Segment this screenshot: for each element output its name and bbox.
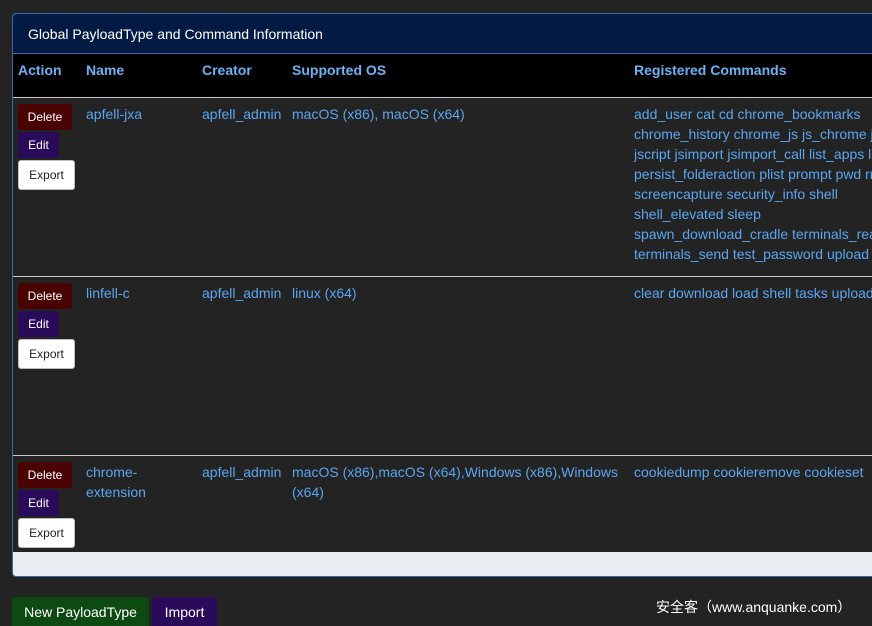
payload-commands: add_user cat cd chrome_bookmarks chrome_… [629, 96, 872, 276]
header-creator: Creator [197, 54, 287, 98]
edit-button[interactable]: Edit [18, 489, 59, 516]
payload-name: linfell-c [81, 275, 197, 455]
export-button[interactable]: Export [18, 517, 75, 548]
delete-button[interactable]: Delete [18, 103, 72, 130]
payloadtype-table: Action Name Creator Supported OS Registe… [13, 54, 872, 552]
watermark: 安全客（www.anquanke.com） [656, 599, 852, 615]
payload-name: chrome-extension [81, 454, 197, 552]
payloadtype-panel: Global PayloadType and Command Informati… [12, 13, 872, 577]
new-payloadtype-button[interactable]: New PayloadType [12, 597, 149, 626]
delete-button[interactable]: Delete [18, 461, 72, 488]
table-header-row: Action Name Creator Supported OS Registe… [13, 54, 872, 98]
edit-button[interactable]: Edit [18, 131, 59, 158]
edit-button[interactable]: Edit [18, 310, 59, 337]
payload-commands: clear download load shell tasks upload [629, 275, 872, 455]
page: Global PayloadType and Command Informati… [0, 0, 872, 626]
header-action: Action [13, 54, 81, 98]
action-cell: Delete Edit Export [13, 96, 81, 276]
header-registered-commands: Registered Commands [629, 54, 872, 98]
payload-creator: apfell_admin [197, 96, 287, 276]
panel-title: Global PayloadType and Command Informati… [13, 14, 872, 54]
export-button[interactable]: Export [18, 159, 75, 190]
export-button[interactable]: Export [18, 338, 75, 369]
payload-supported-os: linux (x64) [287, 275, 629, 455]
payload-supported-os: macOS (x86), macOS (x64) [287, 96, 629, 276]
table-row: Delete Edit Export linfell-c apfell_admi… [13, 275, 872, 455]
payload-creator: apfell_admin [197, 454, 287, 552]
payload-commands: cookiedump cookieremove cookieset [629, 454, 872, 552]
action-cell: Delete Edit Export [13, 454, 81, 552]
payload-creator: apfell_admin [197, 275, 287, 455]
import-button[interactable]: Import [152, 597, 217, 626]
payload-supported-os: macOS (x86),macOS (x64),Windows (x86),Wi… [287, 454, 629, 552]
delete-button[interactable]: Delete [18, 282, 72, 309]
table-row: Delete Edit Export apfell-jxa apfell_adm… [13, 96, 872, 276]
header-name: Name [81, 54, 197, 98]
payload-name: apfell-jxa [81, 96, 197, 276]
table-row: Delete Edit Export chrome-extension apfe… [13, 454, 872, 552]
header-supported-os: Supported OS [287, 54, 629, 98]
action-cell: Delete Edit Export [13, 275, 81, 455]
